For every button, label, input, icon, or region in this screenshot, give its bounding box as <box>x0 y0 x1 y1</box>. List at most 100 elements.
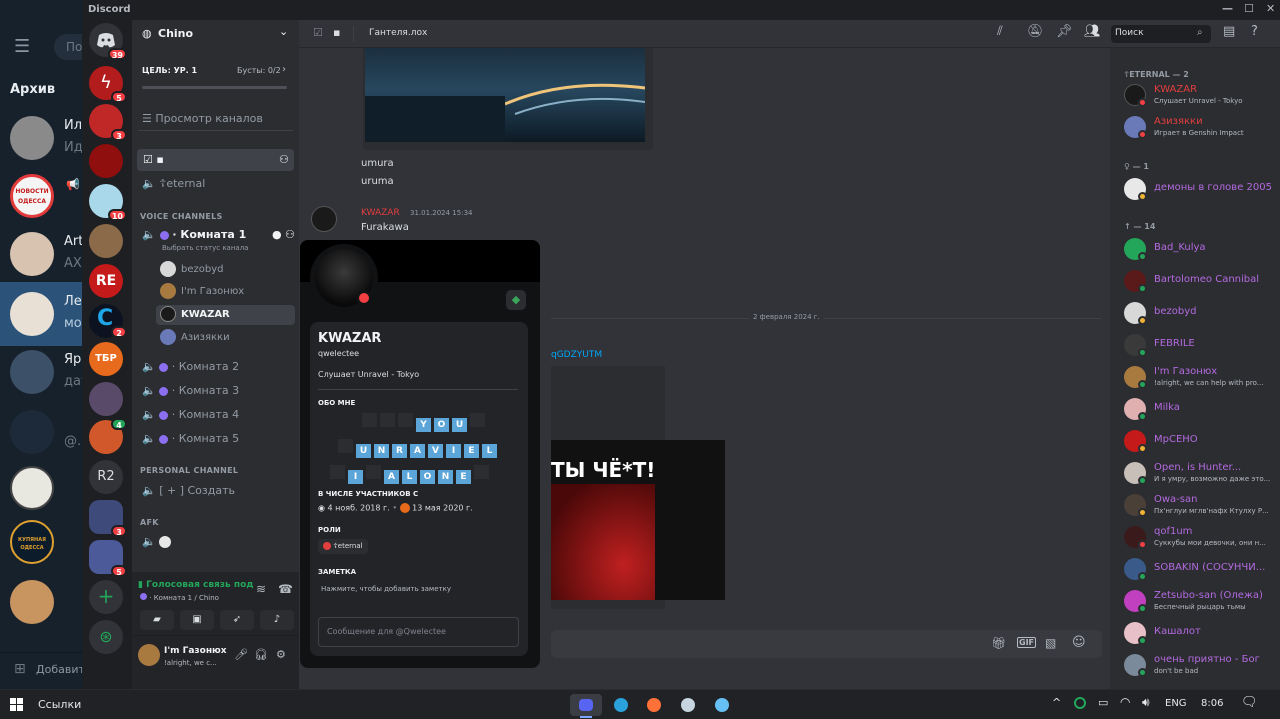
voice-location[interactable]: · Комната 1 / Chino <box>140 593 219 602</box>
member-item[interactable]: МрСЕНО <box>1124 428 1280 458</box>
chat-item-active[interactable]: Лет мо <box>0 282 82 346</box>
microphone-icon[interactable]: 🎤︎ <box>234 648 248 661</box>
server-folder[interactable]: 5 <box>89 540 127 577</box>
screen-share-button[interactable]: ▣ <box>180 610 214 630</box>
clock[interactable]: 8:06 <box>1201 698 1223 709</box>
mute-bell-icon[interactable]: 🔕︎ <box>1027 24 1044 39</box>
explore-icon[interactable]: ⊛ <box>89 620 123 654</box>
chat-item[interactable]: КУПЯНАЯ ОДЕССА <box>0 514 82 578</box>
chat-icon[interactable]: ● <box>272 224 282 246</box>
discord-taskbar-icon[interactable] <box>570 694 602 718</box>
camera-off-button[interactable]: ▰ <box>140 610 174 630</box>
gear-icon[interactable]: ⚙ <box>276 648 286 661</box>
member-item[interactable]: Open, is Hunter... И я умру, возможно даж… <box>1124 460 1280 490</box>
members-icon[interactable]: 👥︎ <box>1084 24 1101 39</box>
link[interactable]: qGDZYUTM <box>551 350 602 360</box>
wifi-icon[interactable]: ◠ <box>1120 695 1130 709</box>
server-icon[interactable]: 4 <box>89 418 127 454</box>
chat-item[interactable]: @. <box>0 400 82 464</box>
pin-icon[interactable]: 📌︎ <box>1056 24 1073 39</box>
image-embed[interactable]: ТЫ ЧЁ*Т! <box>551 440 725 600</box>
message-composer[interactable]: 🎁︎ GIF ▧ ☺ <box>551 630 1102 658</box>
minimize-button[interactable]: — <box>1222 2 1233 15</box>
server-icon[interactable] <box>89 382 123 416</box>
server-icon[interactable] <box>89 224 123 258</box>
city-night-image[interactable] <box>365 48 645 142</box>
create-personal-channel[interactable]: 🔈 [ + ] Создать <box>142 480 294 502</box>
tray-app-icon[interactable] <box>1074 697 1086 709</box>
search-label[interactable]: Ссылки <box>38 698 81 711</box>
chat-item[interactable]: Яр дау <box>0 340 82 404</box>
member-item[interactable]: Milka <box>1124 396 1280 426</box>
member-item[interactable]: FEBRILE <box>1124 332 1280 362</box>
chat-item[interactable] <box>0 574 82 638</box>
member-item[interactable]: Bad_Kulya <box>1124 236 1280 266</box>
message-author[interactable]: KWAZAR <box>361 208 400 218</box>
inbox-icon[interactable]: ▤ <box>1223 24 1235 39</box>
steam-taskbar-icon-2[interactable] <box>711 694 733 716</box>
avatar[interactable] <box>311 206 337 232</box>
afk-channel[interactable]: 🔈 <box>142 531 294 553</box>
steam-taskbar-icon[interactable] <box>677 694 699 716</box>
category-voice[interactable]: VOICE CHANNELS <box>140 212 223 221</box>
member-item[interactable]: SOBAKIN (СОСУНЧИ... <box>1124 556 1280 586</box>
server-icon[interactable]: C 2 <box>89 304 127 338</box>
member-item[interactable]: Азизякки Играет в Genshin Impact <box>1124 114 1280 144</box>
text-channel[interactable]: 🔈 ☦eternal <box>142 173 294 195</box>
server-icon[interactable]: ТБР <box>89 342 123 376</box>
disconnect-icon[interactable]: ☎ <box>278 582 293 596</box>
category-afk[interactable]: AFK <box>140 518 159 527</box>
invite-icon[interactable]: ⚇ <box>279 149 289 171</box>
menu-icon[interactable]: ☰ <box>14 36 30 57</box>
server-icon[interactable]: R2 <box>89 460 123 494</box>
firefox-taskbar-icon[interactable] <box>643 694 665 716</box>
chat-item[interactable]: Art АХ <box>0 222 82 286</box>
activity-button[interactable]: ➶ <box>220 610 254 630</box>
chat-item[interactable]: Ил Ид <box>0 106 82 170</box>
server-icon[interactable]: 3 <box>89 104 127 141</box>
sticker-icon[interactable]: ▧ <box>1045 636 1056 650</box>
add-bar[interactable]: ⊞ Добавит <box>0 652 85 689</box>
search-input[interactable]: Поиск ⌕ <box>1111 25 1211 43</box>
headphones-icon[interactable]: 🎧︎ <box>254 648 268 661</box>
text-channel-active[interactable]: ☑ ▪ ⚇ <box>137 149 294 171</box>
language-indicator[interactable]: ENG <box>1165 698 1187 709</box>
archive-label[interactable]: Архив <box>10 82 55 97</box>
server-icon[interactable]: ϟ 5 <box>89 66 127 103</box>
volume-icon[interactable]: 🔊︎ <box>1142 695 1150 710</box>
note-input[interactable]: Нажмите, чтобы добавить заметку <box>321 585 451 593</box>
member-item[interactable]: I'm Газонюх !alright, we can help with pr… <box>1124 364 1280 394</box>
windows-start-icon[interactable] <box>10 698 24 712</box>
member-item[interactable]: bezobyd <box>1124 300 1280 330</box>
member-item[interactable]: Owa-san Пх'нглуи мглв'нафх Ктулху Р... <box>1124 492 1280 522</box>
category-personal[interactable]: PERSONAL CHANNEL <box>140 466 238 475</box>
image-embed[interactable] <box>363 48 653 150</box>
gif-icon[interactable]: GIF <box>1017 637 1037 648</box>
hypesquad-badge-icon[interactable]: ◆ <box>506 290 526 310</box>
member-item[interactable]: KWAZAR Слушает Unravel - Tokyo <box>1124 82 1280 112</box>
guild-header[interactable]: ◍ Chino ⌄ <box>132 20 299 48</box>
member-item[interactable]: демоны в голове 2005 <box>1124 176 1280 206</box>
chat-item[interactable]: НОВОСТИ ОДЕССА 📢 <box>0 164 82 228</box>
voice-user[interactable]: bezobyd <box>160 260 223 280</box>
voice-channel[interactable]: 🔈 · Комната 2 <box>142 356 294 378</box>
member-item[interactable]: очень приятно - Бог don't be bad <box>1124 652 1280 682</box>
message-user-input[interactable]: Сообщение для @Qwelectee <box>318 617 519 647</box>
voice-user[interactable]: I'm Газонюх <box>160 282 244 302</box>
voice-channel[interactable]: 🔈 · Комната 3 <box>142 380 294 402</box>
add-server-button[interactable]: + <box>89 580 123 614</box>
tray-chevron-icon[interactable]: ^ <box>1052 696 1061 709</box>
voice-user-selected[interactable]: KWAZAR <box>156 305 295 325</box>
soundboard-button[interactable]: ♪ <box>260 610 294 630</box>
noise-suppression-icon[interactable]: ≋ <box>256 582 266 596</box>
voice-user[interactable]: Азизякки <box>160 328 230 348</box>
help-icon[interactable]: ? <box>1251 24 1258 39</box>
member-item[interactable]: Zetsubo-san (Олежа) Беспечный рыцарь тьмы <box>1124 588 1280 618</box>
channel-status[interactable]: Выбрать статус канала <box>162 244 248 252</box>
invite-icon[interactable]: ⚇ <box>285 224 295 246</box>
threads-icon[interactable]: ⫽ <box>997 24 1003 39</box>
boost-goal[interactable]: ЦЕЛЬ: УР. 1 <box>142 66 197 75</box>
voice-channel[interactable]: 🔈 · Комната 4 <box>142 404 294 426</box>
server-icon[interactable]: 10 <box>89 184 127 221</box>
browse-channels[interactable]: ☰ Просмотр каналов <box>142 108 294 130</box>
